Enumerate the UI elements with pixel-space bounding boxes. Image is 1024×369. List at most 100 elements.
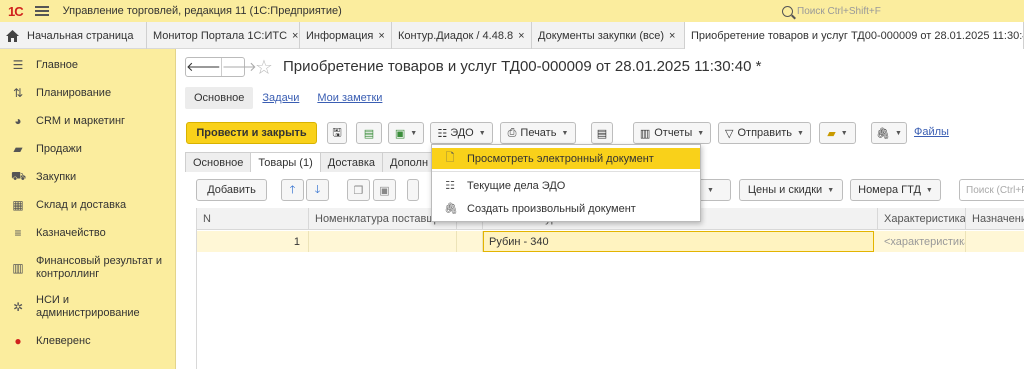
print-button[interactable]: ⎙ Печать ▼ bbox=[500, 122, 576, 144]
edo-icon: ☷ bbox=[437, 127, 448, 140]
tab-purchase-document-current[interactable]: Приобретение товаров и услуг ТД00-000009… bbox=[685, 22, 1024, 49]
menu-item-edo-tasks[interactable]: ☷ Текущие дела ЭДО bbox=[432, 175, 700, 196]
sidebar-item-label: НСИ и администрирование bbox=[36, 294, 140, 319]
tab-information[interactable]: Информация × bbox=[300, 22, 392, 49]
cell-n[interactable]: 1 bbox=[197, 231, 309, 252]
form-tabs: Основное Задачи Мои заметки bbox=[185, 87, 391, 109]
move-up-icon[interactable]: 🡑 bbox=[281, 179, 304, 201]
sidebar-item-label: Закупки bbox=[36, 170, 77, 183]
menu-item-label: Текущие дела ЭДО bbox=[467, 179, 566, 192]
back-arrow-icon[interactable]: 🡐 bbox=[186, 58, 221, 76]
sidebar-item-label: CRM и маркетинг bbox=[36, 114, 126, 127]
tab-home[interactable]: Начальная страница bbox=[0, 22, 147, 49]
paperclip-icon: 🖇 bbox=[876, 127, 891, 140]
more-button-left[interactable] bbox=[407, 179, 419, 201]
tab-kontur-diadok[interactable]: Контур.Диадок / 4.48.8 × bbox=[392, 22, 532, 49]
bag-icon: ▰ bbox=[13, 142, 23, 156]
main-menu-icon[interactable] bbox=[34, 6, 49, 16]
chart-icon: ⇅ bbox=[12, 86, 24, 100]
cell-item[interactable]: Рубин - 340 bbox=[483, 231, 874, 252]
favorite-star-icon[interactable]: ☆ bbox=[255, 55, 273, 80]
paste-icon[interactable]: ▣ bbox=[373, 179, 396, 201]
cell-characteristic[interactable]: <характеристика> bbox=[878, 231, 966, 252]
edo-label: ЭДО bbox=[450, 127, 474, 139]
column-header-purpose[interactable]: Назначение bbox=[966, 208, 1024, 230]
sidebar: ☰ Главное ⇅ Планирование ◕ CRM и маркети… bbox=[0, 49, 176, 369]
print-label: Печать bbox=[520, 127, 557, 139]
document-icon: 🗋 bbox=[445, 152, 455, 164]
cart-icon: ⛟ bbox=[11, 169, 27, 183]
tab-home-label: Начальная страница bbox=[27, 29, 134, 42]
prices-discounts-button[interactable]: Цены и скидки ▼ bbox=[739, 179, 843, 201]
table-search-input[interactable]: Поиск (Ctrl+F) bbox=[959, 179, 1024, 201]
cell-purpose[interactable] bbox=[966, 231, 1024, 252]
tab-label: Монитор Портала 1С:ИТС bbox=[153, 29, 288, 42]
attachments-button[interactable]: ▰ ▼ bbox=[819, 122, 856, 144]
menu-item-label: Создать произвольный документ bbox=[467, 202, 636, 215]
money-icon: ≡ bbox=[14, 226, 22, 240]
post-and-close-button[interactable]: Провести и закрыть bbox=[186, 122, 317, 144]
title-bar: 1С Управление торговлей, редакция 11 (1С… bbox=[0, 0, 1024, 22]
menu-icon: ☰ bbox=[12, 58, 24, 72]
app-title: Управление торговлей, редакция 11 (1С:Пр… bbox=[62, 5, 342, 17]
menu-item-create-custom-doc[interactable]: 🖇 Создать произвольный документ bbox=[432, 198, 700, 219]
close-icon[interactable]: × bbox=[669, 30, 675, 42]
sidebar-item-label: Финансовый результат и контроллинг bbox=[36, 255, 162, 280]
sidebar-item-admin[interactable]: ✲ НСИ и администрирование bbox=[0, 293, 176, 321]
sidebar-item-crm[interactable]: ◕ CRM и маркетинг bbox=[0, 113, 176, 129]
sidebar-item-planning[interactable]: ⇅ Планирование bbox=[0, 85, 176, 101]
subtab-delivery[interactable]: Доставка bbox=[319, 152, 383, 172]
close-icon[interactable]: × bbox=[292, 30, 298, 42]
sidebar-item-cleverence[interactable]: ● Клеверенс bbox=[0, 333, 176, 349]
pie-icon: ◕ bbox=[14, 114, 22, 128]
app-logo: 1С bbox=[8, 3, 24, 19]
sidebar-item-purchases[interactable]: ⛟ Закупки bbox=[0, 169, 176, 185]
subtab-additional[interactable]: Дополн bbox=[382, 152, 437, 172]
tab-notes[interactable]: Мои заметки bbox=[308, 87, 391, 109]
close-icon[interactable]: × bbox=[378, 30, 384, 42]
gtd-numbers-button[interactable]: Номера ГТД ▼ bbox=[850, 179, 941, 201]
files-link[interactable]: Файлы bbox=[914, 126, 949, 138]
column-header-characteristic[interactable]: Характеристика bbox=[878, 208, 966, 230]
tab-its-monitor[interactable]: Монитор Портала 1С:ИТС × bbox=[147, 22, 300, 49]
table-row[interactable]: 1 Рубин - 340 <характеристика> bbox=[197, 231, 1024, 252]
column-header-n[interactable]: N bbox=[197, 208, 309, 230]
forward-arrow-icon[interactable]: 🡒 bbox=[220, 58, 257, 76]
list-icon: ☷ bbox=[445, 180, 455, 192]
move-down-icon[interactable]: 🡓 bbox=[306, 179, 329, 201]
send-button[interactable]: ▽ Отправить ▼ bbox=[718, 122, 811, 144]
global-search-placeholder: Поиск Ctrl+Shift+F bbox=[797, 5, 881, 17]
tab-label: Документы закупки (все) bbox=[538, 29, 664, 42]
add-row-button[interactable]: Добавить bbox=[196, 179, 267, 201]
grid-icon: ▦ bbox=[12, 198, 24, 212]
gear-icon: ✲ bbox=[12, 300, 24, 314]
sidebar-item-main[interactable]: ☰ Главное bbox=[0, 57, 176, 73]
menu-item-view-edoc[interactable]: 🗋 Просмотреть электронный документ bbox=[432, 148, 700, 169]
cell-supplier-item[interactable] bbox=[309, 231, 457, 252]
sidebar-item-label: Продажи bbox=[36, 142, 82, 155]
tab-main[interactable]: Основное bbox=[185, 87, 254, 109]
create-based-on-button[interactable]: ▣ ▼ bbox=[388, 122, 424, 144]
reports-button[interactable]: ▥ Отчеты ▼ bbox=[633, 122, 711, 144]
gtd-label: Номера ГТД bbox=[858, 184, 921, 196]
tab-label: Приобретение товаров и услуг ТД00-000009… bbox=[691, 29, 1024, 42]
sidebar-item-finance[interactable]: ▥ Финансовый результат и контроллинг bbox=[0, 254, 176, 282]
subtab-goods[interactable]: Товары (1) bbox=[250, 152, 321, 172]
reports-icon: ▥ bbox=[639, 127, 651, 140]
sidebar-item-warehouse[interactable]: ▦ Склад и доставка bbox=[0, 197, 176, 213]
paperclip-button[interactable]: 🖇 ▼ bbox=[871, 122, 907, 144]
subtab-main[interactable]: Основное bbox=[185, 152, 252, 172]
tab-tasks[interactable]: Задачи bbox=[253, 87, 308, 109]
search-icon bbox=[782, 5, 793, 17]
sidebar-item-sales[interactable]: ▰ Продажи bbox=[0, 141, 176, 157]
close-icon[interactable]: × bbox=[518, 30, 524, 42]
post-icon[interactable]: ▤ bbox=[356, 122, 382, 144]
global-search-input[interactable]: Поиск Ctrl+Shift+F bbox=[782, 3, 1020, 19]
goods-table: N Номенклатура поставщика Номенклатура Х… bbox=[196, 208, 1024, 369]
sidebar-item-treasury[interactable]: ≡ Казначейство bbox=[0, 225, 176, 241]
list-icon[interactable]: ▤ bbox=[591, 122, 613, 144]
edo-menu-button[interactable]: ☷ ЭДО ▼ bbox=[430, 122, 493, 144]
save-icon[interactable]: 🖫 bbox=[327, 122, 347, 144]
copy-icon[interactable]: ❐ bbox=[347, 179, 370, 201]
tab-purchase-documents[interactable]: Документы закупки (все) × bbox=[532, 22, 685, 49]
